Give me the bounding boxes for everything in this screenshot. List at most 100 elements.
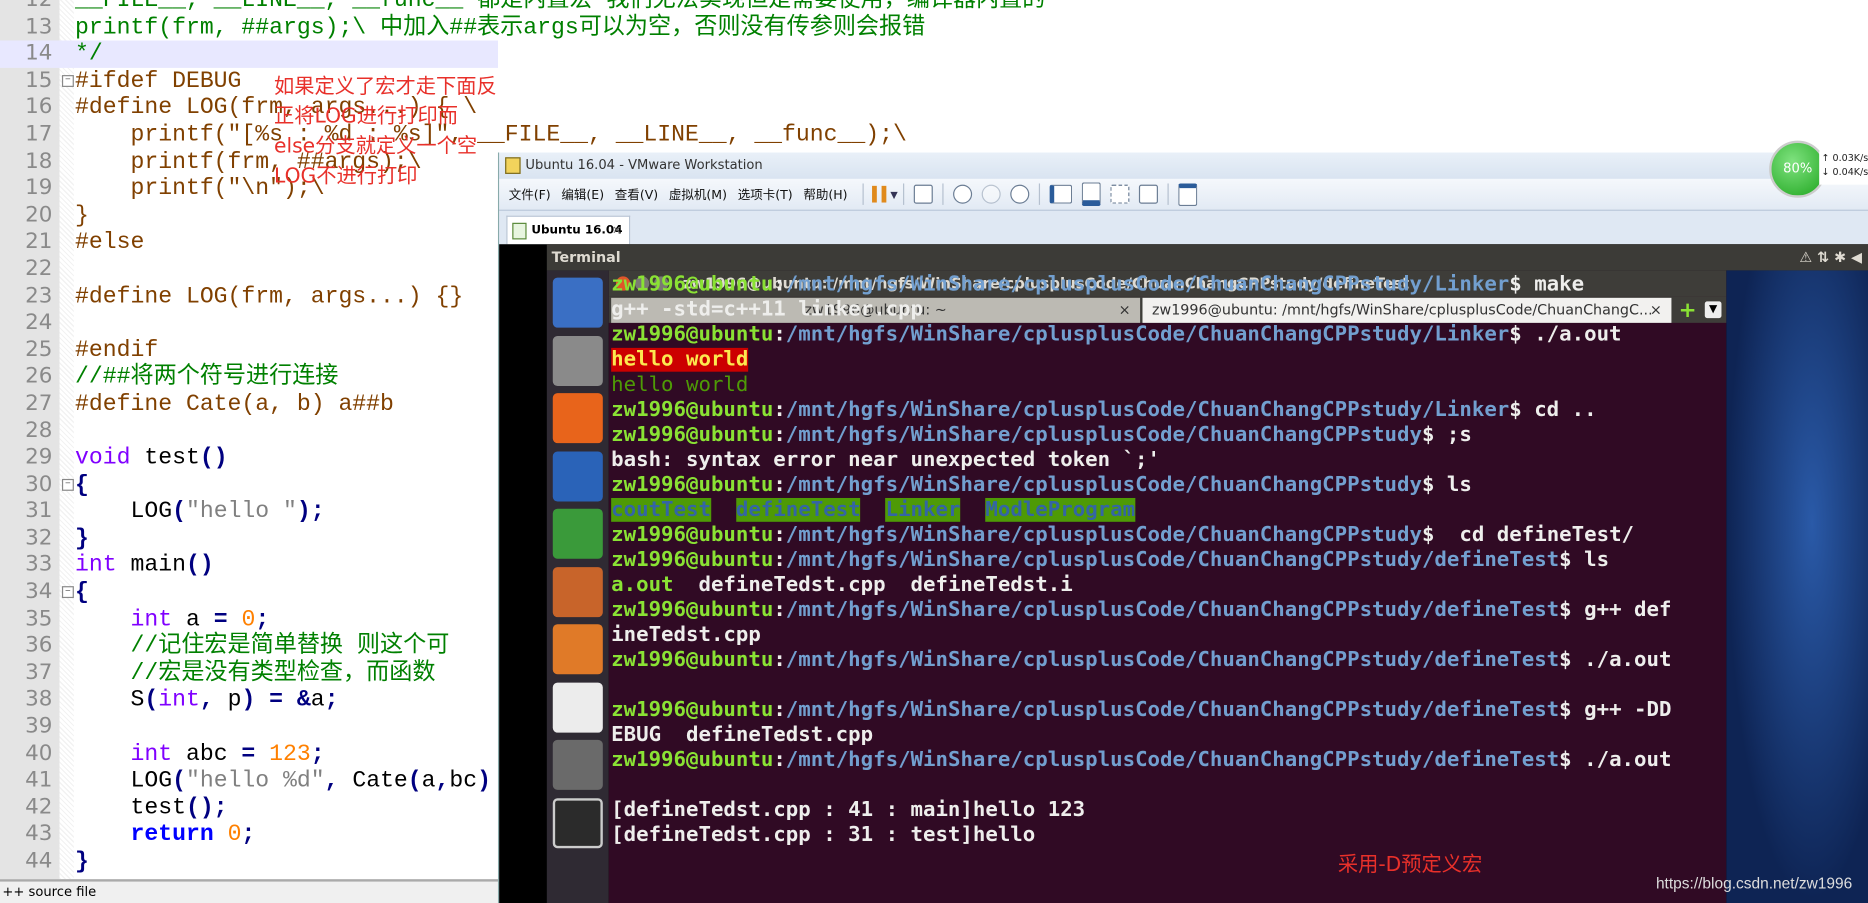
- snapshot-icon[interactable]: [952, 184, 972, 204]
- menu-item[interactable]: 选项卡(T): [738, 188, 793, 202]
- line-number: 35: [25, 605, 53, 631]
- menu-item[interactable]: 编辑(E): [561, 188, 604, 202]
- code-line[interactable]: 28: [0, 418, 498, 445]
- code-token: ;: [241, 821, 256, 848]
- snapshot-manager-icon[interactable]: [1009, 184, 1029, 204]
- code-token: S: [75, 686, 145, 713]
- code-line[interactable]: 43 return 0;: [0, 821, 498, 848]
- terminal-line: zw1996@ubuntu:/mnt/hgfs/WinShare/cpluspl…: [611, 648, 1671, 673]
- code-line[interactable]: 14 */: [0, 40, 498, 68]
- terminal-text: zw1996@ubuntu: [611, 548, 774, 572]
- code-token: =: [213, 605, 228, 633]
- impress-icon[interactable]: [552, 566, 603, 617]
- terminal-text: $ g++ -DD: [1559, 698, 1672, 722]
- vm-tab-ubuntu[interactable]: Ubuntu 16.04 ×: [506, 215, 631, 246]
- fullscreen-icon[interactable]: [1109, 184, 1129, 204]
- console-view-icon[interactable]: [1177, 182, 1197, 206]
- line-number: 30: [25, 471, 53, 497]
- vm-screen[interactable]: Terminal ⚠ ⇅ ✱ ◀ zw1996@ubuntu: /mnt/hgf…: [499, 244, 1868, 903]
- dropdown-icon[interactable]: ▼: [890, 189, 897, 200]
- code-line[interactable]: 44}: [0, 848, 498, 875]
- ubuntu-dash-icon[interactable]: [552, 277, 603, 328]
- show-library-icon[interactable]: [1049, 184, 1072, 204]
- terminal-line: zw1996@ubuntu:/mnt/hgfs/WinShare/cpluspl…: [611, 323, 1671, 348]
- revert-snapshot-icon[interactable]: [981, 184, 1001, 204]
- code-line[interactable]: 32}: [0, 525, 498, 552]
- code-line[interactable]: 39: [0, 714, 498, 741]
- thumbnail-bar-icon[interactable]: [1081, 182, 1101, 207]
- code-line[interactable]: 30−{: [0, 471, 498, 498]
- amazon-icon[interactable]: [552, 682, 603, 733]
- send-ctrl-alt-del-icon[interactable]: [913, 184, 933, 204]
- code-line[interactable]: 34−{: [0, 579, 498, 606]
- pause-icon[interactable]: [872, 185, 887, 203]
- line-number: 21: [25, 229, 53, 255]
- code-line[interactable]: 23 #define LOG(frm, args...) {}: [0, 283, 498, 310]
- software-center-icon[interactable]: [552, 624, 603, 675]
- code-token: //宏是没有类型检查，而函数: [75, 659, 436, 687]
- calc-icon[interactable]: [552, 508, 603, 559]
- close-icon[interactable]: ×: [612, 217, 622, 246]
- code-line[interactable]: 27 #define Cate(a, b) a##b: [0, 391, 498, 418]
- code-line[interactable]: 24: [0, 310, 498, 337]
- code-text: LOG("hello %d", Cate(a,bc): [75, 767, 491, 794]
- tab-menu-icon[interactable]: ▼: [1704, 301, 1722, 319]
- code-line[interactable]: 35 int a = 0;: [0, 606, 498, 633]
- code-token: (: [172, 498, 186, 525]
- code-editor[interactable]: 12 __FILE__, __LINE__, __func__ 都是内置宏 我们无…: [0, 0, 1045, 903]
- code-line[interactable]: 31 LOG("hello ");: [0, 498, 498, 525]
- code-text: #ifdef DEBUG: [75, 68, 241, 95]
- system-settings-icon[interactable]: [552, 739, 603, 790]
- network-monitor-gauge[interactable]: 80%: [1769, 140, 1827, 198]
- code-line[interactable]: 40 int abc = 123;: [0, 741, 498, 768]
- code-token: }: [75, 202, 89, 229]
- menu-item[interactable]: 帮助(H): [803, 188, 847, 202]
- firefox-icon[interactable]: [552, 393, 603, 444]
- code-line[interactable]: 42 test();: [0, 794, 498, 821]
- code-line[interactable]: 21 #else: [0, 229, 498, 256]
- terminal-text: /mnt/hgfs/WinShare/cplusplusCode/ChuanCh…: [785, 748, 1560, 772]
- code-line[interactable]: 36 //记住宏是简单替换 则这个可: [0, 633, 498, 660]
- unity-icon[interactable]: [1138, 184, 1158, 204]
- code-token: }: [75, 848, 89, 875]
- terminal-text: $ cd defineTest/: [1421, 522, 1635, 547]
- code-line[interactable]: 29 void test(): [0, 444, 498, 471]
- code-line[interactable]: 37 //宏是没有类型检查，而函数: [0, 660, 498, 687]
- files-icon[interactable]: [552, 335, 603, 386]
- menu-item[interactable]: 文件(F): [509, 188, 551, 202]
- code-line[interactable]: 38 S(int, p) = &a;: [0, 687, 498, 714]
- terminal-window[interactable]: zw1996@ubuntu: /mnt/hgfs/WinShare/cplusp…: [608, 270, 1727, 903]
- indicator-icons[interactable]: ⚠ ⇅ ✱ ◀: [1799, 244, 1862, 270]
- fold-toggle-icon[interactable]: −: [61, 586, 74, 599]
- line-number: 17: [25, 121, 53, 147]
- menu-item[interactable]: 查看(V): [615, 188, 658, 202]
- terminal-icon[interactable]: [552, 797, 603, 848]
- code-token: #endif: [75, 336, 159, 364]
- code-line[interactable]: 33 int main(): [0, 552, 498, 579]
- fold-toggle-icon[interactable]: −: [61, 74, 74, 87]
- terminal-output[interactable]: zw1996@ubuntu:/mnt/hgfs/WinShare/cpluspl…: [611, 273, 1671, 848]
- code-token: {: [75, 579, 89, 606]
- code-line[interactable]: 22: [0, 256, 498, 283]
- code-token: Cate: [338, 767, 408, 794]
- writer-icon[interactable]: [552, 450, 603, 501]
- terminal-text: ModleProgram: [985, 497, 1136, 522]
- code-line[interactable]: 25 #endif: [0, 337, 498, 364]
- vmware-window: Ubuntu 16.04 - VMware Workstation 文件(F) 编…: [497, 152, 1868, 903]
- terminal-text: /mnt/hgfs/WinShare/cplusplusCode/ChuanCh…: [785, 422, 1422, 447]
- code-text: }: [75, 525, 89, 552]
- code-line[interactable]: 26 //##将两个符号进行连接: [0, 364, 498, 391]
- code-line[interactable]: 20}: [0, 202, 498, 229]
- terminal-text: /mnt/hgfs/WinShare/cplusplusCode/ChuanCh…: [785, 648, 1560, 672]
- code-line[interactable]: 12 __FILE__, __LINE__, __func__ 都是内置宏 我们无…: [0, 0, 1045, 14]
- fold-toggle-icon[interactable]: −: [61, 478, 74, 491]
- code-line[interactable]: 41 LOG("hello %d", Cate(a,bc): [0, 767, 498, 794]
- menu-item[interactable]: 虚拟机(M): [669, 188, 727, 202]
- code-text: int abc = 123;: [75, 741, 325, 768]
- new-tab-icon[interactable]: +: [1679, 298, 1697, 323]
- terminal-text: [defineTedst.cpp : 31 : test]hello: [611, 823, 1036, 848]
- code-line[interactable]: 13 printf(frm, ##args);\ 中加入##表示args可以为空，…: [0, 14, 925, 41]
